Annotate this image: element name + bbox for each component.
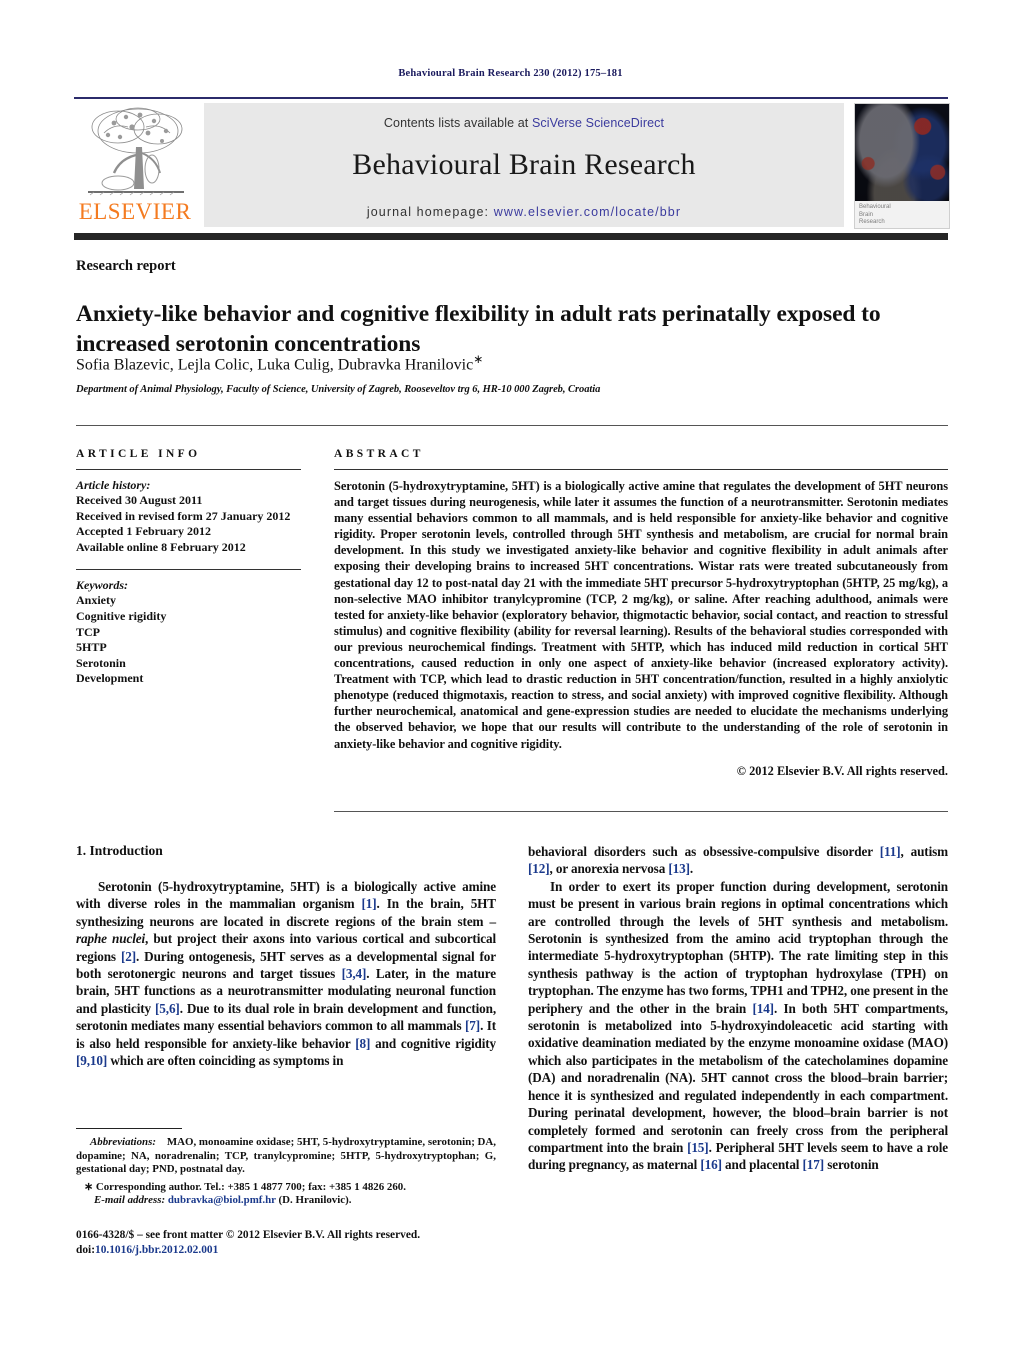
abstract-copyright: © 2012 Elsevier B.V. All rights reserved… [736, 763, 948, 778]
email-link[interactable]: dubravka@biol.pmf.hr [168, 1194, 276, 1206]
journal-homepage-link[interactable]: www.elsevier.com/locate/bbr [494, 205, 681, 219]
page-title: Anxiety-like behavior and cognitive flex… [76, 300, 881, 357]
affiliation: Department of Animal Physiology, Faculty… [76, 384, 601, 395]
author-names: Sofia Blazevic, Lejla Colic, Luka Culig,… [76, 356, 474, 374]
abstract-rule [334, 469, 948, 470]
masthead-top-rule [74, 97, 948, 99]
article-history-received: Received 30 August 2011 [76, 493, 203, 507]
journal-cover-caption: Behavioural Brain Research [855, 201, 949, 228]
journal-homepage-line: journal homepage: www.elsevier.com/locat… [204, 205, 844, 219]
body-column-left: 1. Introduction Serotonin (5-hydroxytryp… [76, 843, 496, 1069]
contents-available-line: Contents lists available at SciVerse Sci… [204, 103, 844, 130]
cover-caption-line-3: Research [859, 219, 885, 225]
body-column-right: behavioral disorders such as obsessive-c… [528, 843, 948, 1174]
abstract-column: ABSTRACT Serotonin (5-hydroxytryptamine,… [334, 448, 948, 779]
doi-label: doi: [76, 1244, 95, 1256]
author-list: Sofia Blazevic, Lejla Colic, Luka Culig,… [76, 352, 948, 374]
keyword-item: Serotonin [76, 655, 126, 670]
masthead-bottom-bar [74, 233, 948, 240]
footnote-separator-rule [76, 1128, 182, 1130]
journal-cover-thumbnail: Behavioural Brain Research [854, 103, 950, 229]
journal-band: Contents lists available at SciVerse Sci… [204, 103, 844, 227]
front-matter-line: 0166-4328/$ – see front matter © 2012 El… [76, 1229, 421, 1241]
cover-caption-line-1: Behavioural [859, 204, 891, 210]
corresponding-author-marker: ∗ [473, 352, 484, 366]
email-owner: (D. Hranilovic). [278, 1194, 352, 1207]
keyword-item: Anxiety [76, 593, 116, 608]
abstract-text: Serotonin (5-hydroxytryptamine, 5HT) is … [334, 479, 948, 751]
article-info-rule [76, 469, 301, 470]
intro-paragraph-left: Serotonin (5-hydroxytryptamine, 5HT) is … [76, 879, 497, 1069]
article-info-heading: ARTICLE INFO [76, 448, 201, 460]
sciencedirect-link[interactable]: SciVerse ScienceDirect [532, 116, 664, 130]
abstract-bottom-rule [334, 811, 948, 812]
keywords-label: Keywords: [76, 578, 128, 593]
keyword-item: Cognitive rigidity [76, 608, 167, 623]
article-history-revised: Received in revised form 27 January 2012 [76, 508, 291, 523]
elsevier-tree-icon [74, 103, 196, 201]
keyword-item: TCP [76, 624, 100, 639]
abbreviations-label: Abbreviations: [90, 1136, 156, 1148]
doi-link[interactable]: 10.1016/j.bbr.2012.02.001 [95, 1244, 218, 1256]
abstract-heading: ABSTRACT [334, 448, 424, 460]
elsevier-logo: ELSEVIER [74, 103, 196, 227]
abbreviations-footnote: Abbreviations: MAO, monoamine oxidase; 5… [76, 1136, 496, 1177]
contents-prefix: Contents lists available at [383, 116, 532, 130]
journal-title: Behavioural Brain Research [352, 148, 696, 181]
keyword-item: Development [76, 671, 144, 686]
article-page: Behavioural Brain Research 230 (2012) 17… [0, 0, 1021, 1351]
article-info-column: ARTICLE INFO Article history: Received 3… [76, 448, 301, 687]
keywords-rule [76, 569, 301, 571]
journal-masthead: ELSEVIER Contents lists available at Sci… [74, 97, 950, 231]
article-history-accepted: Accepted 1 February 2012 [76, 524, 211, 539]
article-history-online: Available online 8 February 2012 [76, 539, 246, 554]
info-abstract-top-rule [76, 425, 948, 426]
intro-paragraph-right-2: In order to exert its proper function du… [528, 878, 948, 1173]
front-matter-block: 0166-4328/$ – see front matter © 2012 El… [76, 1228, 536, 1258]
email-footnote: E-mail address: dubravka@biol.pmf.hr (D.… [76, 1194, 496, 1208]
keyword-item: 5HTP [76, 640, 107, 655]
cover-caption-line-2: Brain [859, 211, 874, 218]
email-address-label: E-mail address: [94, 1194, 166, 1207]
article-history-label: Article history: [76, 478, 151, 492]
footnote-block: Abbreviations: MAO, monoamine oxidase; 5… [76, 1136, 496, 1208]
doi-line: doi:10.1016/j.bbr.2012.02.001 [76, 1243, 536, 1258]
article-type-label: Research report [76, 258, 176, 274]
elsevier-wordmark: ELSEVIER [78, 199, 192, 224]
intro-paragraph-right-1: behavioral disorders such as obsessive-c… [528, 844, 948, 877]
section-heading-introduction: 1. Introduction [76, 843, 163, 858]
running-head: Behavioural Brain Research 230 (2012) 17… [398, 68, 623, 79]
homepage-prefix: journal homepage: [366, 205, 494, 219]
corresponding-author-footnote: ∗ Corresponding author. Tel.: +385 1 487… [84, 1180, 406, 1193]
